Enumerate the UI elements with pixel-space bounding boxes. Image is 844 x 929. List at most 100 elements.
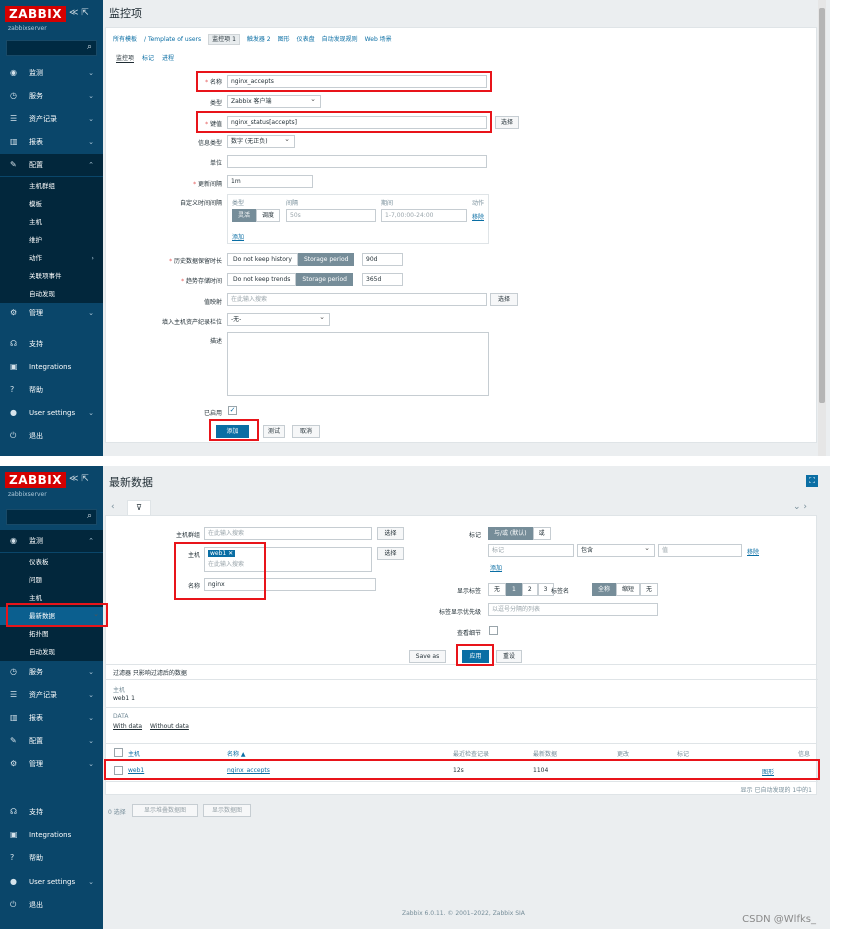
submenu-discovery[interactable]: 自动发现 bbox=[0, 643, 103, 661]
description-textarea[interactable] bbox=[227, 332, 489, 396]
submenu-hosts[interactable]: 主机 bbox=[0, 213, 103, 231]
select-all-checkbox[interactable] bbox=[114, 748, 123, 757]
scrollbar[interactable] bbox=[818, 0, 826, 456]
tag-name-full[interactable]: 全称 bbox=[592, 583, 617, 596]
menu-administration[interactable]: ⚙ 管理 ⌄ bbox=[0, 302, 103, 324]
tags-or-option[interactable]: 或 bbox=[532, 527, 551, 540]
crumb-items[interactable]: 监控项 1 bbox=[208, 34, 240, 45]
tag-operator-select[interactable]: 包含 bbox=[577, 544, 655, 557]
crumb-all-templates[interactable]: 所有模板 bbox=[113, 36, 137, 43]
menu-inventory[interactable]: ☰ 资产记录 ⌄ bbox=[0, 108, 103, 130]
flexible-option[interactable]: 灵活 bbox=[232, 209, 257, 222]
stacked-graph-button[interactable]: 显示堆叠数据图 bbox=[132, 804, 198, 817]
menu-configuration[interactable]: ✎ 配置 ⌃ bbox=[0, 154, 103, 176]
reset-button[interactable]: 重设 bbox=[496, 650, 522, 663]
trends-storage-option[interactable]: Storage period bbox=[296, 273, 353, 286]
show-details-checkbox[interactable] bbox=[489, 626, 498, 635]
zabbix-logo[interactable]: ZABBIX bbox=[5, 472, 66, 488]
submenu-dashboard[interactable]: 仪表板 bbox=[0, 553, 103, 571]
crumb-discovery[interactable]: 自动发现规则 bbox=[322, 36, 358, 43]
host-multiselect[interactable]: web1 ✕ 在此输入搜索 bbox=[204, 547, 372, 572]
crumb-web[interactable]: Web 场景 bbox=[365, 36, 392, 43]
host-chip[interactable]: web1 ✕ bbox=[208, 550, 236, 557]
menu-integrations[interactable]: ▣ Integrations bbox=[0, 824, 103, 846]
submenu-actions[interactable]: 动作 › bbox=[0, 249, 103, 267]
graph-button[interactable]: 显示数据图 bbox=[203, 804, 251, 817]
menu-user-settings[interactable]: ● User settings ⌄ bbox=[0, 402, 103, 424]
no-history-option[interactable]: Do not keep history bbox=[227, 253, 298, 266]
custom-add-link[interactable]: 添加 bbox=[232, 232, 244, 241]
crumb-graphs[interactable]: 图形 bbox=[278, 36, 290, 43]
submenu-hosts[interactable]: 主机 bbox=[0, 589, 103, 607]
submenu-latest-data[interactable]: 最新数据 bbox=[0, 605, 103, 625]
show-tags-1[interactable]: 1 bbox=[506, 583, 522, 596]
enabled-checkbox[interactable]: ✓ bbox=[228, 406, 237, 415]
sidebar-search-input[interactable]: ⌕ bbox=[6, 40, 97, 56]
history-input[interactable]: 90d bbox=[362, 253, 403, 266]
submenu-templates[interactable]: 模板 bbox=[0, 195, 103, 213]
test-button[interactable]: 测试 bbox=[263, 425, 285, 438]
menu-help[interactable]: ? 帮助 bbox=[0, 847, 103, 869]
hostgroup-select-button[interactable]: 选择 bbox=[377, 527, 404, 540]
submenu-correlation[interactable]: 关联项事件 bbox=[0, 267, 103, 285]
show-tags-2[interactable]: 2 bbox=[521, 583, 538, 596]
custom-period-input[interactable]: 1-7,00:00-24:00 bbox=[381, 209, 467, 222]
name-input[interactable]: nginx_accepts bbox=[227, 75, 487, 88]
submenu-problems[interactable]: 问题 bbox=[0, 571, 103, 589]
save-as-button[interactable]: Save as bbox=[409, 650, 446, 663]
menu-help[interactable]: ? 帮助 bbox=[0, 379, 103, 401]
tag-add-link[interactable]: 添加 bbox=[490, 563, 502, 572]
name-input[interactable]: nginx bbox=[204, 578, 376, 591]
col-host[interactable]: 主机 bbox=[128, 749, 140, 758]
valuemap-select-button[interactable]: 选择 bbox=[490, 293, 518, 306]
inventory-select[interactable]: -无- bbox=[227, 313, 330, 326]
menu-signout[interactable]: ⏻ 退出 bbox=[0, 894, 103, 916]
menu-support[interactable]: ☊ 支持 bbox=[0, 333, 103, 355]
units-input[interactable] bbox=[227, 155, 487, 168]
key-input[interactable]: nginx_status[accepts] bbox=[227, 116, 487, 129]
crumb-template[interactable]: Template of users bbox=[148, 36, 201, 43]
tab-tags[interactable]: 标记 bbox=[142, 55, 154, 62]
hostgroup-input[interactable]: 在此输入搜索 bbox=[204, 527, 372, 540]
tag-remove-link[interactable]: 移除 bbox=[747, 547, 759, 556]
submenu-maintenance[interactable]: 维护 bbox=[0, 231, 103, 249]
custom-interval-input[interactable]: 50s bbox=[286, 209, 376, 222]
menu-inventory[interactable]: ☰ 资产记录 ⌄ bbox=[0, 684, 103, 706]
tag-name-input[interactable]: 标记 bbox=[488, 544, 574, 557]
menu-reports[interactable]: ▥ 报表 ⌄ bbox=[0, 707, 103, 729]
type-select[interactable]: Zabbix 客户端 bbox=[227, 95, 321, 108]
crumb-dashboards[interactable]: 仪表盘 bbox=[297, 36, 315, 43]
row-graph-link[interactable]: 图形 bbox=[762, 767, 774, 776]
collapse-sidebar-icon[interactable]: ≪ ⇱ bbox=[69, 8, 89, 18]
filter-tab-icon[interactable]: ⊽ bbox=[127, 500, 151, 515]
trends-input[interactable]: 365d bbox=[362, 273, 403, 286]
host-select-button[interactable]: 选择 bbox=[377, 547, 404, 560]
add-button[interactable]: 添加 bbox=[216, 425, 249, 438]
filter-nav-icons[interactable]: ⌄ › bbox=[793, 502, 807, 512]
filter-prev-icon[interactable]: ‹ bbox=[111, 502, 115, 512]
tag-priority-input[interactable]: 以逗号分隔的列表 bbox=[488, 603, 658, 616]
scheduling-option[interactable]: 调度 bbox=[256, 209, 281, 222]
menu-support[interactable]: ☊ 支持 bbox=[0, 801, 103, 823]
tab-item[interactable]: 监控项 bbox=[116, 55, 135, 63]
crumb-triggers[interactable]: 触发器 2 bbox=[247, 36, 271, 43]
zabbix-logo[interactable]: ZABBIX bbox=[5, 6, 66, 22]
apply-button[interactable]: 应用 bbox=[462, 650, 489, 663]
menu-monitoring[interactable]: ◉ 监测 ⌃ bbox=[0, 530, 103, 552]
kiosk-mode-icon[interactable]: ⛶ bbox=[806, 475, 818, 487]
search-icon[interactable]: ⌕ bbox=[87, 42, 92, 52]
interval-input[interactable]: 1m bbox=[227, 175, 313, 188]
show-tags-none[interactable]: 无 bbox=[488, 583, 507, 596]
menu-user-settings[interactable]: ● User settings ⌄ bbox=[0, 871, 103, 893]
submenu-discovery[interactable]: 自动发现 bbox=[0, 285, 103, 303]
info-type-select[interactable]: 数字 (无正负) bbox=[227, 135, 295, 148]
col-name[interactable]: 名称 ▲ bbox=[227, 749, 246, 758]
valuemap-input[interactable]: 在此输入搜索 bbox=[227, 293, 487, 306]
row-checkbox[interactable] bbox=[114, 766, 123, 775]
collapse-sidebar-icon[interactable]: ≪ ⇱ bbox=[69, 474, 89, 484]
menu-monitoring[interactable]: ◉ 监测 ⌄ bbox=[0, 62, 103, 84]
tags-and-or-option[interactable]: 与/或 (默认) bbox=[488, 527, 533, 540]
submenu-hostgroups[interactable]: 主机群组 bbox=[0, 177, 103, 195]
with-data-link[interactable]: With data bbox=[113, 723, 142, 730]
menu-administration[interactable]: ⚙ 管理 ⌄ bbox=[0, 753, 103, 775]
